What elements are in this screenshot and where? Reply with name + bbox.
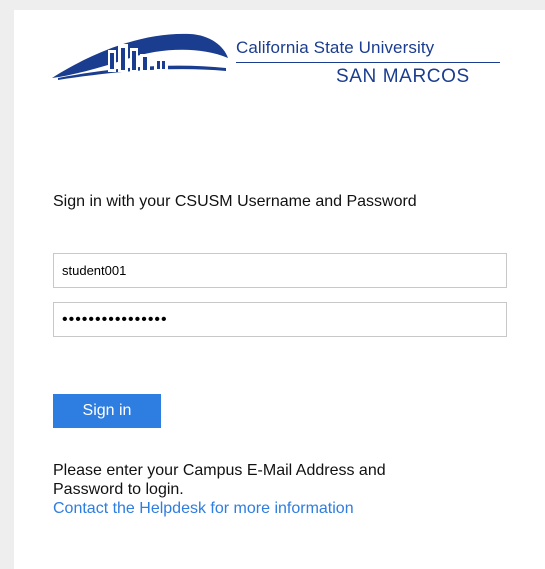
instructions-line-1: Please enter your Campus E-Mail Address … [53,462,386,479]
logo-university-name: California State University [236,38,435,57]
sign-in-heading: Sign in with your CSUSM Username and Pas… [53,193,417,210]
helpdesk-link[interactable]: Contact the Helpdesk for more informatio… [53,499,493,518]
username-input[interactable] [53,253,507,288]
logo-divider [236,62,500,63]
sign-in-card: California State University SAN MARCOS S… [14,10,545,569]
password-input[interactable] [53,302,507,337]
csusm-campus-building-logo-icon [52,33,228,80]
sign-in-button[interactable]: Sign in [53,394,161,428]
university-logo: California State University SAN MARCOS [50,24,510,88]
instructions-line-2: Password to login. [53,481,184,498]
logo-campus-name: SAN MARCOS [336,66,470,87]
login-instructions: Please enter your Campus E-Mail Address … [53,461,493,518]
